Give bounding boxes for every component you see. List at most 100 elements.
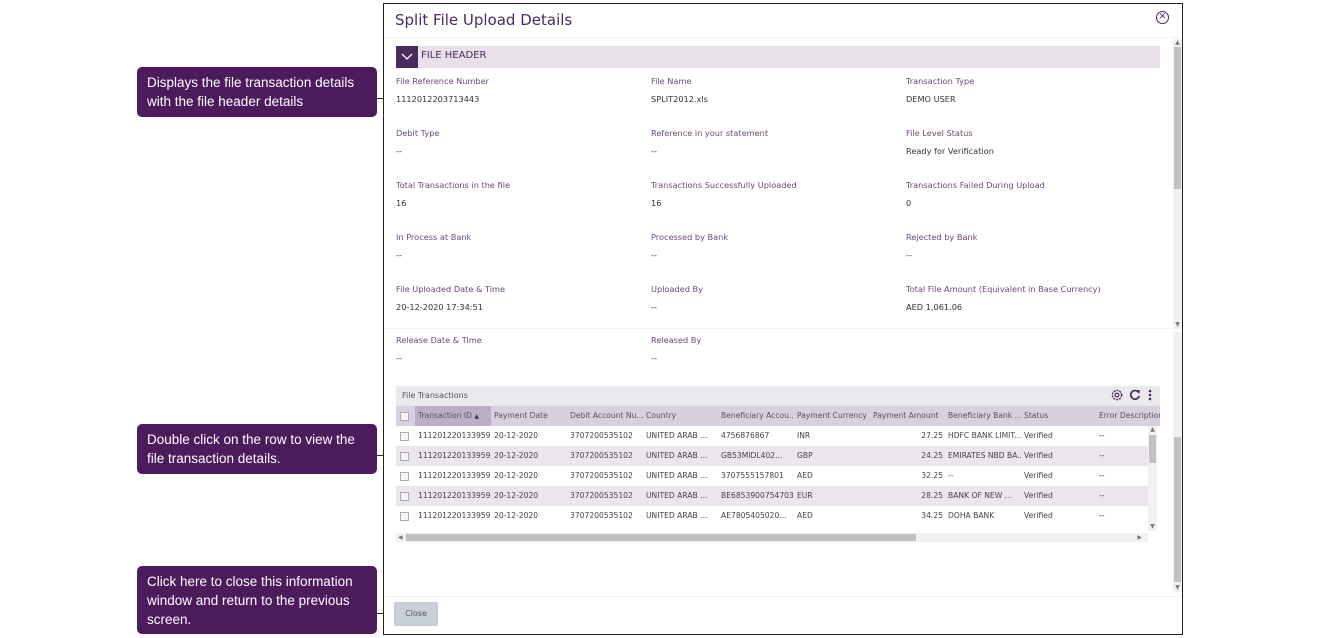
row-checkbox[interactable] [400, 432, 409, 441]
field-label: Total File Amount (Equivalent in Base Cu… [906, 284, 1101, 294]
column-header-payment-currency[interactable]: Payment Currency [794, 406, 870, 426]
field-value: DEMO USER [906, 94, 956, 104]
column-header-payment-date[interactable]: Payment Date [491, 406, 567, 426]
more-vertical-icon[interactable] [1148, 389, 1152, 404]
column-header-label: Transaction ID [418, 411, 472, 420]
scroll-up-arrow[interactable]: ▲ [1148, 426, 1157, 434]
cell-beneficiary-bank: HDFC BANK LIMIT... [948, 431, 1021, 440]
table-row[interactable]: 1112012201339595 20-12-2020 370720053510… [396, 466, 1148, 486]
cell-transaction-id: 1112012201339595 [418, 471, 491, 480]
scroll-thumb[interactable] [1149, 435, 1156, 463]
scroll-left-arrow[interactable]: ◀ [398, 533, 403, 542]
cell-payment-currency: EUR [797, 491, 813, 500]
cell-payment-date: 20-12-2020 [494, 491, 539, 500]
field-transactions-uploaded: Transactions Successfully Uploaded 16 [651, 180, 891, 208]
field-label: File Level Status [906, 128, 973, 138]
field-reference-in-statement: Reference in your statement -- [651, 128, 891, 156]
table-row[interactable]: 1112012201339596 20-12-2020 370720053510… [396, 446, 1148, 466]
scroll-thumb[interactable] [1174, 47, 1181, 189]
table-row[interactable]: 1112012201339597 20-12-2020 370720053510… [396, 426, 1148, 446]
row-checkbox[interactable] [400, 472, 409, 481]
row-checkbox[interactable] [400, 492, 409, 501]
cell-status: Verified [1024, 431, 1053, 440]
cell-beneficiary-bank: EMIRATES NBD BA... [948, 451, 1021, 460]
column-header-country[interactable]: Country [643, 406, 719, 426]
cell-country: UNITED ARAB ... [646, 451, 708, 460]
split-file-upload-dialog: Split File Upload Details ✕ FILE HEADER … [383, 3, 1183, 635]
field-label: Reference in your statement [651, 128, 769, 138]
field-label: Uploaded By [651, 284, 703, 294]
field-label: Rejected by Bank [906, 232, 978, 242]
cell-country: UNITED ARAB ... [646, 511, 708, 520]
table-row[interactable]: 1112012201339593 20-12-2020 370720053510… [396, 506, 1148, 526]
field-label: Debit Type [396, 128, 440, 138]
cell-payment-amount: 28.25 [921, 491, 943, 500]
column-header-error-description[interactable]: Error Description [1096, 406, 1160, 426]
file-header-panel: FILE HEADER File Reference Number 111201… [384, 39, 1182, 329]
cell-error-description: -- [1099, 471, 1105, 480]
dialog-body-scrollbar[interactable]: ▼ [1173, 332, 1182, 592]
cell-transaction-id: 1112012201339596 [418, 451, 491, 460]
cell-country: UNITED ARAB ... [646, 431, 708, 440]
field-label: In Process at Bank [396, 232, 472, 242]
field-label: Released By [651, 335, 702, 345]
cell-error-description: -- [1099, 431, 1105, 440]
field-file-name: File Name SPLIT2012.xls [651, 76, 891, 104]
grid-caption: File Transactions [402, 391, 468, 400]
cell-beneficiary-bank: BANK OF NEW ... [948, 491, 1012, 500]
field-file-uploaded-date-time: File Uploaded Date & Time 20-12-2020 17:… [396, 284, 636, 312]
cell-debit-account: 3707200535102 [570, 471, 633, 480]
column-header-beneficiary-account[interactable]: Beneficiary Accou... [718, 406, 794, 426]
select-all-checkbox[interactable] [400, 412, 409, 421]
field-value: 0 [906, 198, 912, 208]
row-checkbox[interactable] [400, 452, 409, 461]
grid-horizontal-scrollbar[interactable]: ◀ ▶ [396, 533, 1148, 542]
file-header-section-bar[interactable]: FILE HEADER [396, 46, 1160, 68]
close-circle-icon[interactable]: ✕ [1156, 11, 1169, 24]
cell-payment-currency: INR [797, 431, 811, 440]
field-value: SPLIT2012.xls [651, 94, 708, 104]
scroll-thumb[interactable] [1174, 437, 1181, 582]
field-file-reference-number: File Reference Number 1112012203713443 [396, 76, 636, 104]
field-in-process-at-bank: In Process at Bank -- [396, 232, 636, 260]
cell-payment-date: 20-12-2020 [494, 431, 539, 440]
sort-ascending-icon: ▲ [474, 413, 479, 420]
field-value: -- [396, 250, 402, 260]
divider [384, 37, 1182, 38]
scroll-down-arrow[interactable]: ▼ [1173, 321, 1182, 329]
cell-beneficiary-bank: DOHA BANK [948, 511, 995, 520]
close-button[interactable]: Close [394, 602, 438, 626]
cell-payment-date: 20-12-2020 [494, 511, 539, 520]
grid-body: 1112012201339597 20-12-2020 370720053510… [396, 426, 1148, 526]
field-label: Release Date & Time [396, 335, 482, 345]
grid-vertical-scrollbar[interactable]: ▲ ▼ [1148, 426, 1157, 531]
row-checkbox[interactable] [400, 512, 409, 521]
section-toggle-button[interactable] [396, 46, 418, 68]
cell-transaction-id: 1112012201339597 [418, 431, 491, 440]
column-header-transaction-id[interactable]: Transaction ID ▲ [415, 406, 491, 426]
field-value: 1112012203713443 [396, 94, 480, 104]
column-header-beneficiary-bank[interactable]: Beneficiary Bank ... [945, 406, 1021, 426]
scroll-down-arrow[interactable]: ▼ [1173, 584, 1182, 592]
file-transactions-grid: File Transactions Transaction ID ▲ Payme… [396, 386, 1160, 543]
cell-beneficiary-account: 4756876867 [721, 431, 770, 440]
cell-country: UNITED ARAB ... [646, 491, 708, 500]
scroll-thumb[interactable] [406, 534, 916, 541]
cell-beneficiary-account: AE7805405020... [721, 511, 787, 520]
field-value: -- [651, 302, 657, 312]
column-header-payment-amount[interactable]: Payment Amount [870, 406, 946, 426]
column-header-debit-account[interactable]: Debit Account Nu... [567, 406, 643, 426]
scroll-up-arrow[interactable]: ▲ [1173, 39, 1182, 47]
cell-error-description: -- [1099, 511, 1105, 520]
scroll-right-arrow[interactable]: ▶ [1137, 533, 1142, 542]
settings-icon[interactable] [1111, 389, 1123, 404]
header-scrollbar[interactable]: ▲ ▼ [1173, 39, 1182, 329]
scroll-down-arrow[interactable]: ▼ [1148, 523, 1157, 531]
field-label: Total Transactions in the file [396, 180, 511, 190]
refresh-icon[interactable] [1129, 389, 1141, 404]
table-row[interactable]: 1112012201339594 20-12-2020 370720053510… [396, 486, 1148, 506]
cell-transaction-id: 1112012201339594 [418, 491, 491, 500]
column-header-status[interactable]: Status [1021, 406, 1097, 426]
chevron-down-icon [401, 53, 413, 60]
grid-toolbar: File Transactions [396, 386, 1160, 406]
